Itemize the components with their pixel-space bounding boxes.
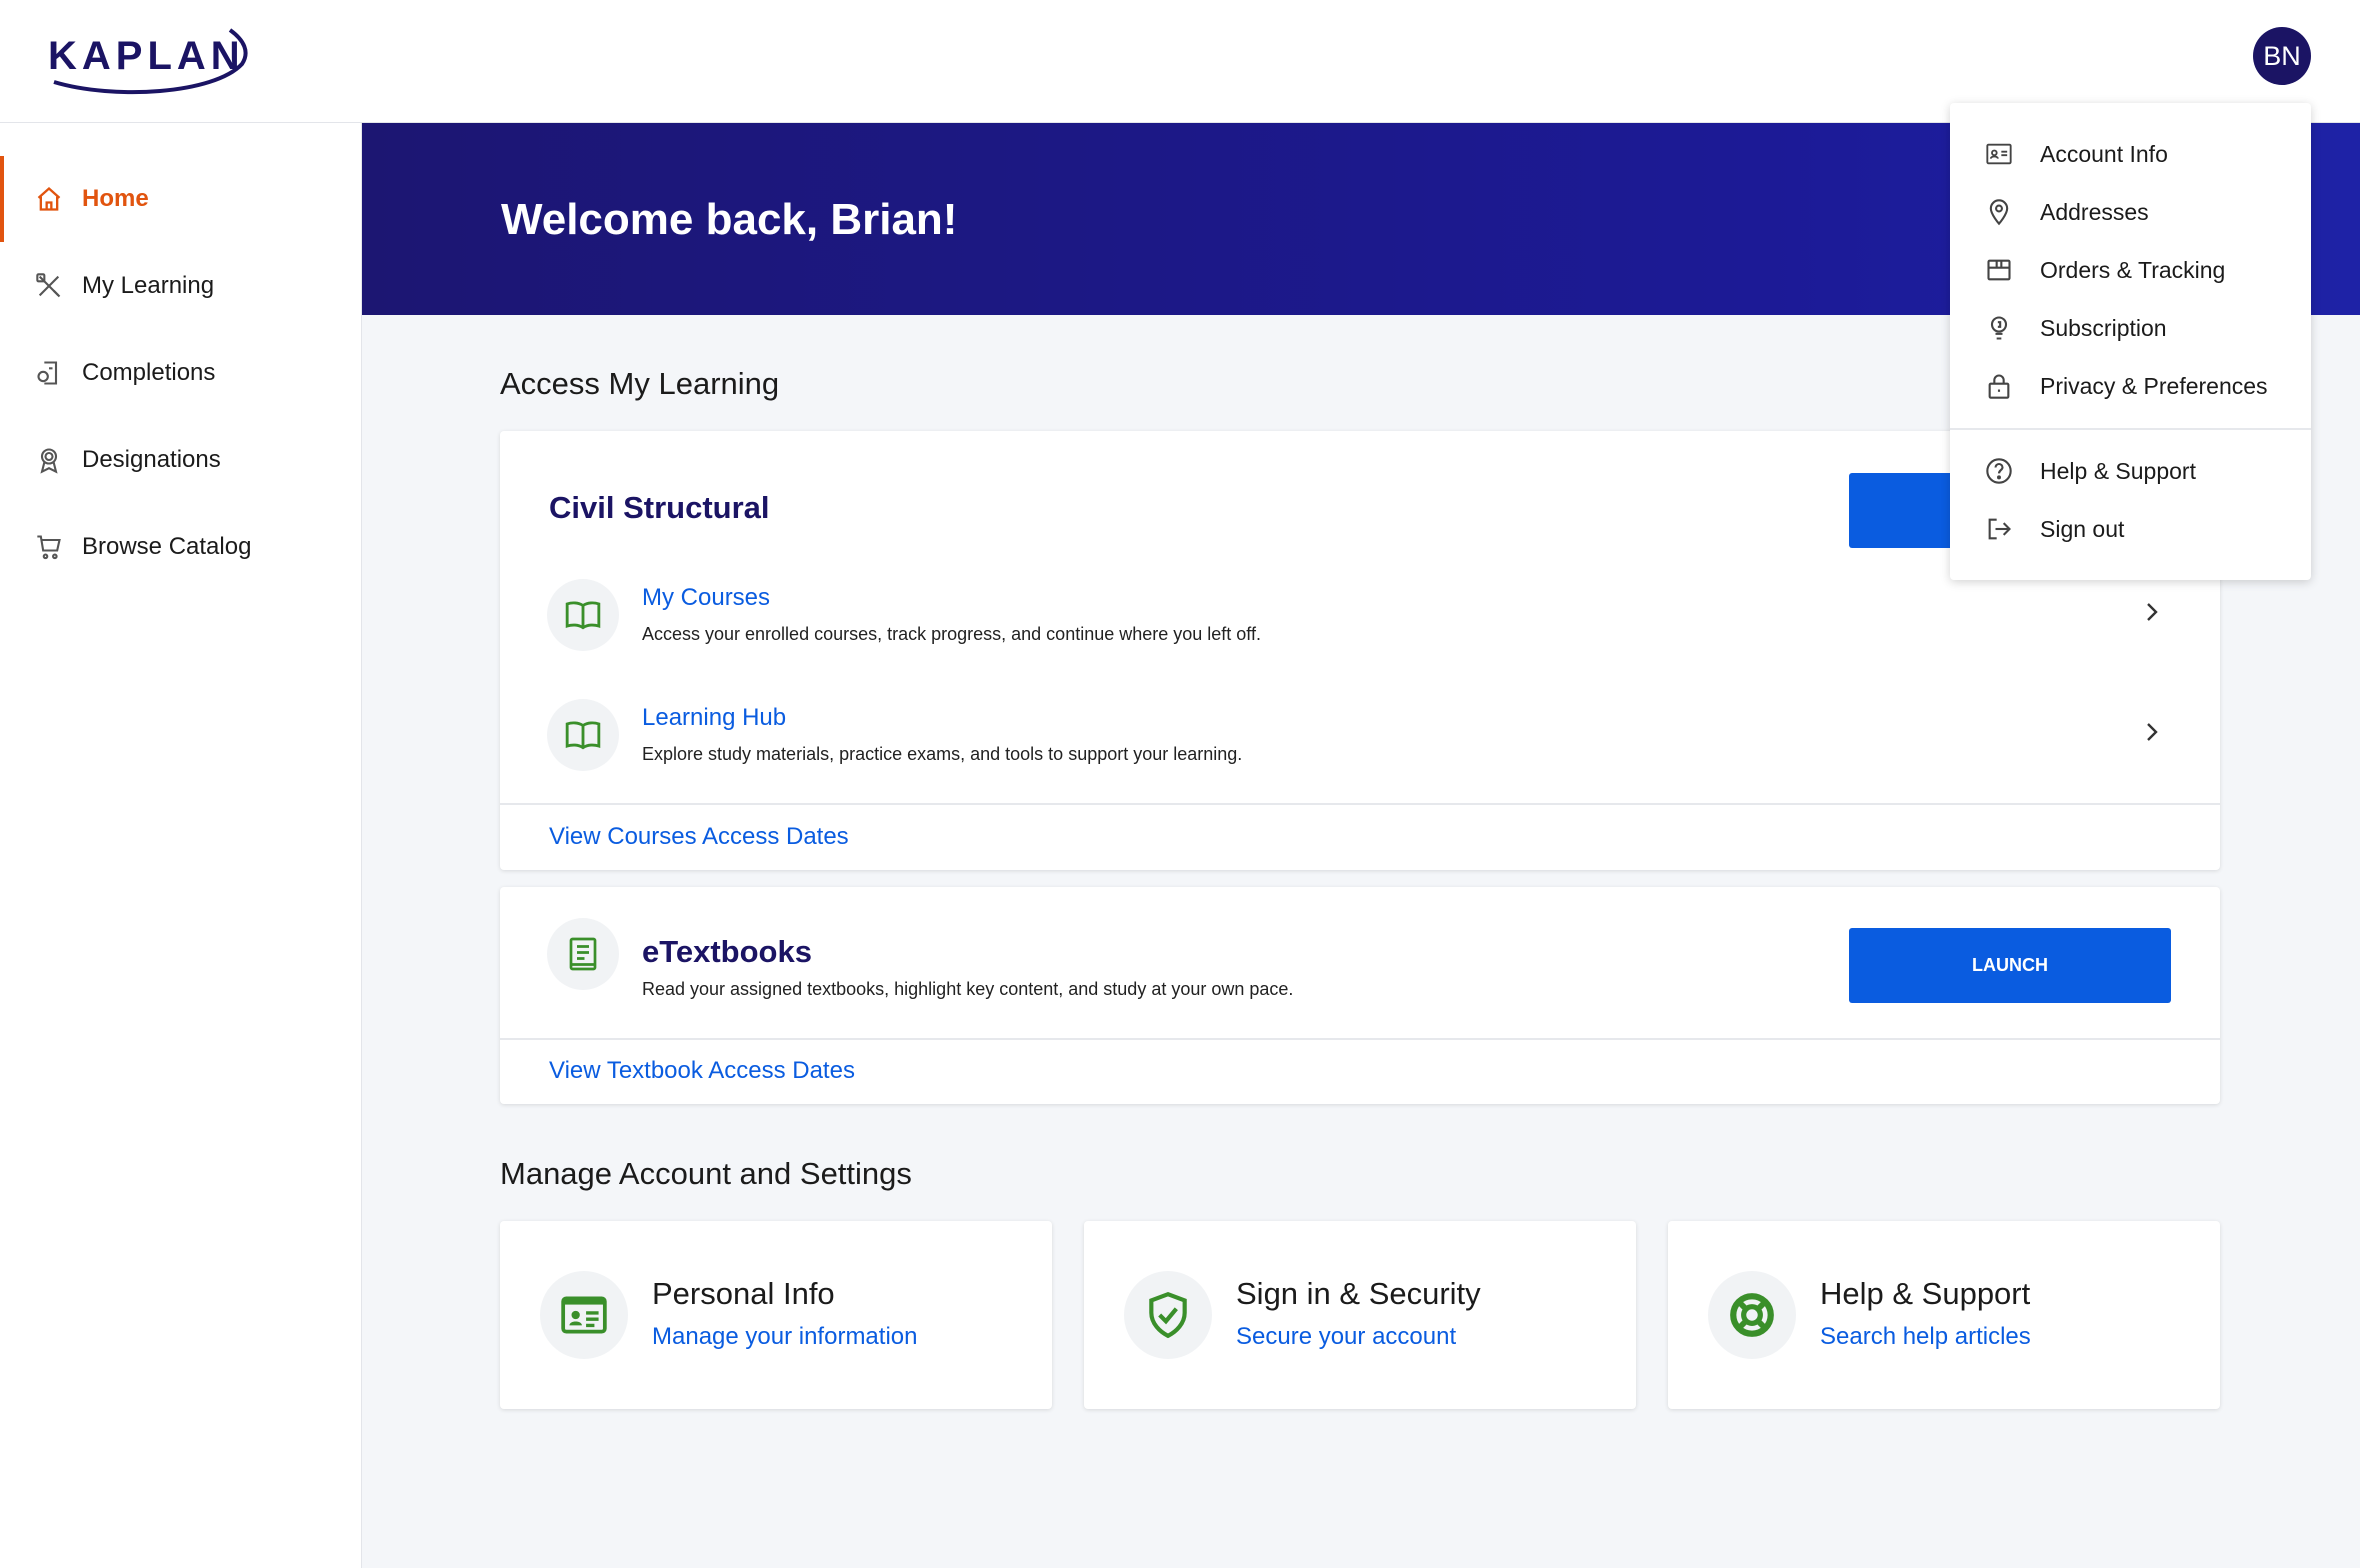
menu-separator xyxy=(1950,428,2311,430)
lightbulb-icon xyxy=(1984,313,2014,343)
etextbooks-card: eTextbooks Read your assigned textbooks,… xyxy=(500,887,2220,1104)
sidebar-item-designations[interactable]: Designations xyxy=(0,417,361,503)
program-launch-button[interactable] xyxy=(1849,473,1959,548)
secure-account-link[interactable]: Secure your account xyxy=(1236,1323,1456,1351)
view-courses-access-dates-link[interactable]: View Courses Access Dates xyxy=(549,823,849,851)
security-icon-wrap xyxy=(1124,1271,1212,1359)
sidebar-item-label: Home xyxy=(82,185,149,212)
id-card-icon xyxy=(1984,139,2014,169)
sidebar-item-home[interactable]: Home xyxy=(0,156,361,242)
menu-item-orders-tracking[interactable]: Orders & Tracking xyxy=(1950,241,2311,299)
sidebar-item-label: Browse Catalog xyxy=(82,533,252,560)
book-open-icon xyxy=(565,601,601,630)
search-help-articles-link[interactable]: Search help articles xyxy=(1820,1323,2031,1351)
menu-item-label: Orders & Tracking xyxy=(2040,256,2226,283)
chevron-right-icon[interactable] xyxy=(2140,600,2164,624)
help-support-card[interactable]: Help & Support Search help articles xyxy=(1668,1221,2220,1409)
box-icon xyxy=(1984,255,2014,285)
chevron-right-icon[interactable] xyxy=(2140,720,2164,744)
shield-check-icon xyxy=(1149,1291,1187,1339)
sidebar-item-browse-catalog[interactable]: Browse Catalog xyxy=(0,504,361,590)
view-textbook-access-dates-link[interactable]: View Textbook Access Dates xyxy=(549,1057,855,1085)
learning-hub-icon-wrap xyxy=(547,699,619,771)
help-icon-wrap xyxy=(1708,1271,1796,1359)
certificate-icon xyxy=(34,358,64,388)
sidebar-item-my-learning[interactable]: My Learning xyxy=(0,243,361,329)
settings-section-title: Manage Account and Settings xyxy=(500,1156,912,1191)
help-support-title: Help & Support xyxy=(1820,1276,2031,1311)
id-card-icon xyxy=(561,1296,607,1334)
map-pin-icon xyxy=(1984,197,2014,227)
manage-information-link[interactable]: Manage your information xyxy=(652,1323,917,1351)
sidebar-item-label: My Learning xyxy=(82,272,215,299)
etextbooks-launch-button[interactable]: LAUNCH xyxy=(1849,928,2171,1003)
etextbooks-icon-wrap xyxy=(547,918,619,990)
etextbooks-desc: Read your assigned textbooks, highlight … xyxy=(642,979,1294,999)
my-courses-icon-wrap xyxy=(547,579,619,651)
home-icon xyxy=(34,184,64,214)
menu-item-label: Account Info xyxy=(2040,140,2168,167)
learning-hub-desc: Explore study materials, practice exams,… xyxy=(642,744,1243,764)
welcome-heading: Welcome back, Brian! xyxy=(501,195,958,244)
etextbooks-title: eTextbooks xyxy=(642,934,812,969)
my-courses-desc: Access your enrolled courses, track prog… xyxy=(642,624,1261,644)
sidebar: Home My Learning Completions Designation… xyxy=(0,123,362,1568)
sidebar-item-label: Designations xyxy=(82,446,221,473)
textbook-icon xyxy=(569,937,597,971)
menu-item-label: Privacy & Preferences xyxy=(2040,372,2268,399)
award-icon xyxy=(34,445,64,475)
menu-item-privacy-preferences[interactable]: Privacy & Preferences xyxy=(1950,357,2311,415)
menu-item-addresses[interactable]: Addresses xyxy=(1950,183,2311,241)
sign-in-security-card[interactable]: Sign in & Security Secure your account xyxy=(1084,1221,1636,1409)
menu-item-label: Addresses xyxy=(2040,198,2149,225)
sidebar-item-completions[interactable]: Completions xyxy=(0,330,361,416)
tools-icon xyxy=(34,271,64,301)
menu-item-label: Subscription xyxy=(2040,314,2167,341)
menu-item-help-support[interactable]: Help & Support xyxy=(1950,442,2311,500)
lifebuoy-icon xyxy=(1730,1293,1774,1337)
lock-icon xyxy=(1984,371,2014,401)
book-open-icon xyxy=(565,721,601,750)
account-dropdown-menu: Account Info Addresses Orders & Tracking… xyxy=(1950,103,2311,580)
menu-item-label: Sign out xyxy=(2040,515,2125,542)
cart-icon xyxy=(34,532,64,562)
personal-info-icon-wrap xyxy=(540,1271,628,1359)
sidebar-item-label: Completions xyxy=(82,359,216,386)
menu-item-account-info[interactable]: Account Info xyxy=(1950,125,2311,183)
help-circle-icon xyxy=(1984,456,2014,486)
sign-out-icon xyxy=(1984,514,2014,544)
card-divider xyxy=(500,1038,2220,1040)
user-avatar-button[interactable]: BN xyxy=(2253,27,2311,85)
access-section-title: Access My Learning xyxy=(500,366,780,401)
logo-text: KAPLAN xyxy=(48,34,245,78)
card-divider xyxy=(500,803,2220,805)
menu-item-label: Help & Support xyxy=(2040,457,2196,484)
personal-info-title: Personal Info xyxy=(652,1276,835,1311)
sign-in-security-title: Sign in & Security xyxy=(1236,1276,1481,1311)
program-title: Civil Structural xyxy=(549,490,770,525)
my-courses-link[interactable]: My Courses xyxy=(642,584,770,612)
menu-item-sign-out[interactable]: Sign out xyxy=(1950,500,2311,558)
personal-info-card[interactable]: Personal Info Manage your information xyxy=(500,1221,1052,1409)
kaplan-logo[interactable]: KAPLAN xyxy=(44,24,254,98)
menu-item-subscription[interactable]: Subscription xyxy=(1950,299,2311,357)
learning-hub-link[interactable]: Learning Hub xyxy=(642,704,786,732)
